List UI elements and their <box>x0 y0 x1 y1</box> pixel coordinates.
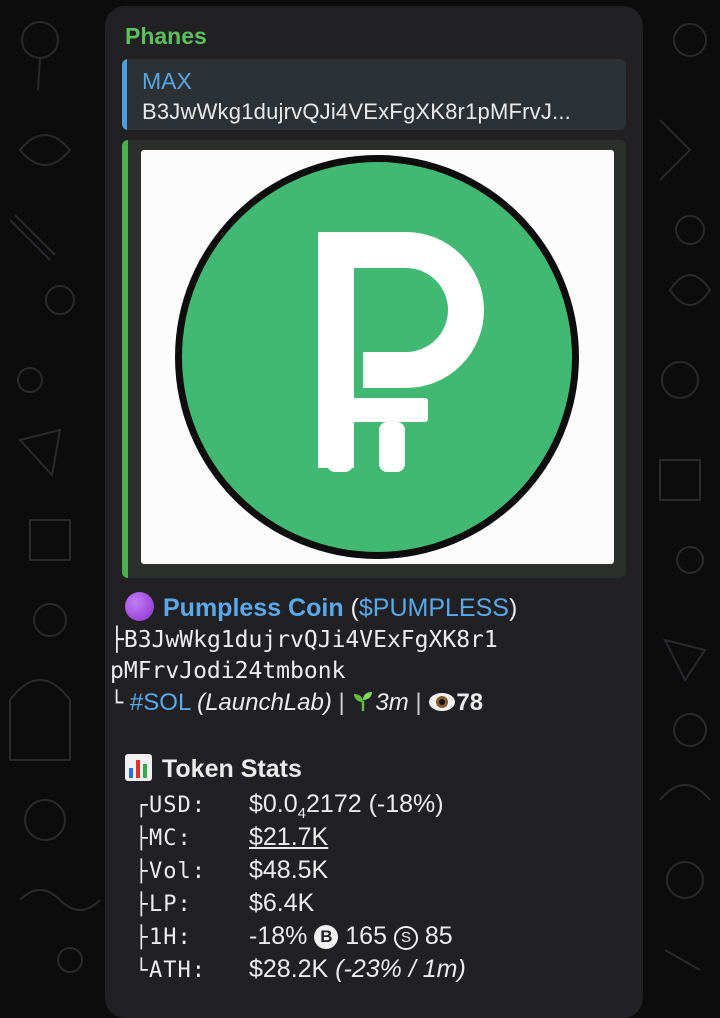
token-stats-heading: Token Stats <box>125 754 302 784</box>
market-cap-link[interactable]: $21.7K <box>249 823 328 851</box>
stat-label: Vol: <box>149 859 206 884</box>
token-logo-image[interactable] <box>141 150 614 564</box>
usd-price-main: $0.0 <box>249 790 298 818</box>
volume-value: $48.5K <box>249 856 329 884</box>
bar-chart-icon <box>125 754 152 781</box>
reply-author: MAX <box>142 68 192 94</box>
stat-label: MC: <box>149 826 192 851</box>
reply-text: B3JwWkg1dujrvQJi4VExFgXK8r1pMFrvJ... <box>142 99 571 124</box>
paren-close: ) <box>508 594 518 622</box>
ath-value-group: $28.2K (-23% / 1m) <box>249 955 466 983</box>
seedling-icon <box>354 692 373 711</box>
view-count: 78 <box>456 689 484 716</box>
purple-circle-icon <box>125 592 154 621</box>
token-meta-line: └ #SOL (LaunchLab) | 3m | 78 <box>110 689 483 717</box>
stat-label: LP: <box>149 892 192 917</box>
eye-icon <box>429 693 456 711</box>
sender-name[interactable]: Phanes <box>125 23 207 50</box>
contract-address-part1: B3JwWkg1dujrvQJi4VExFgXK8r1 <box>123 627 498 653</box>
token-name[interactable]: Pumpless Coin <box>163 594 344 622</box>
tree-branch: ├ <box>135 826 148 850</box>
liquidity-value: $6.4K <box>249 889 315 917</box>
sells-count: 85 <box>424 922 453 950</box>
stat-row-lp: ├LP: $6.4K <box>135 889 314 922</box>
stat-label: USD: <box>149 793 206 818</box>
contract-address-line1[interactable]: ├B3JwWkg1dujrvQJi4VExFgXK8r1 <box>110 627 498 653</box>
token-age: 3m <box>375 689 409 716</box>
token-symbol[interactable]: $PUMPLESS <box>359 594 509 622</box>
tree-branch: ├ <box>135 859 148 883</box>
paren-open: ( <box>350 594 359 622</box>
hour-change-value: -18% B 165 S 85 <box>249 922 453 950</box>
reply-accent-bar <box>122 59 127 130</box>
stat-row-ath: └ATH: $28.2K (-23% / 1m) <box>135 955 466 988</box>
tree-branch: ├ <box>135 925 148 949</box>
buys-count: 165 <box>345 922 387 950</box>
stat-label: 1H: <box>149 925 192 950</box>
stat-value-usd: $0.042172 (-18%) <box>249 790 444 822</box>
preview-accent-bar <box>122 140 128 578</box>
sells-icon: S <box>393 926 418 950</box>
stat-row-usd: ┌USD: $0.042172 (-18%) <box>135 790 444 823</box>
stat-row-1h: ├1H: -18% B 165 S 85 <box>135 922 453 955</box>
separator: | <box>331 689 352 716</box>
usd-zero-count: 4 <box>297 805 307 822</box>
tree-branch: ├ <box>110 627 124 653</box>
chain-hashtag[interactable]: #SOL <box>130 689 190 716</box>
pumpless-logo-icon <box>175 155 579 559</box>
stats-title: Token Stats <box>162 755 302 783</box>
buys-icon: B <box>314 925 339 949</box>
usd-price-digits: 2172 (-18%) <box>306 790 444 818</box>
hour-change: -18% <box>249 922 308 950</box>
message-bubble[interactable]: Phanes MAX B3JwWkg1dujrvQJi4VExFgXK8r1pM… <box>105 6 643 1018</box>
ath-note: (-23% / 1m) <box>335 955 466 983</box>
separator: | <box>408 689 429 716</box>
stat-label: ATH: <box>149 958 206 983</box>
tree-branch: ├ <box>135 892 148 916</box>
stat-row-vol: ├Vol: $48.5K <box>135 856 328 889</box>
tree-end: └ <box>110 691 124 716</box>
tree-branch: └ <box>135 958 148 982</box>
link-preview[interactable] <box>122 140 626 578</box>
launchpad-label: (LaunchLab) <box>197 689 332 716</box>
token-title: Pumpless Coin ($PUMPLESS) <box>125 592 517 623</box>
ath-value: $28.2K <box>249 955 329 983</box>
stat-row-mc: ├MC: $21.7K <box>135 823 328 856</box>
tree-branch: ┌ <box>135 793 148 817</box>
contract-address-line2[interactable]: pMFrvJodi24tmbonk <box>110 658 345 684</box>
reply-quote[interactable]: MAX B3JwWkg1dujrvQJi4VExFgXK8r1pMFrvJ... <box>122 59 626 130</box>
